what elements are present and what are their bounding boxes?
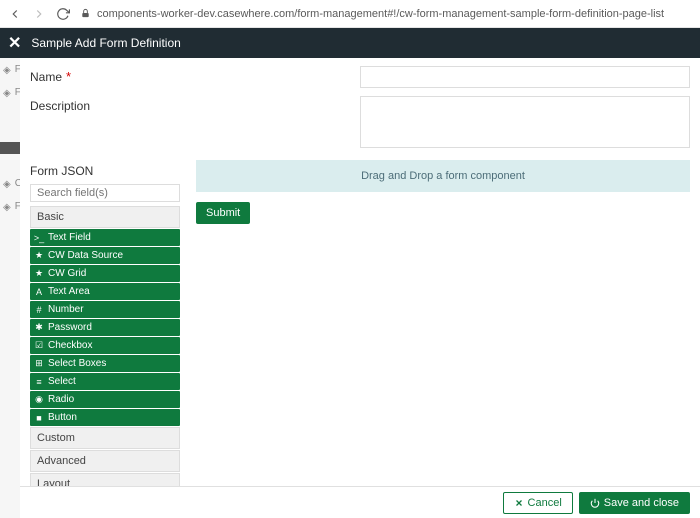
power-icon bbox=[590, 498, 600, 508]
star-icon: ★ bbox=[34, 251, 44, 261]
component-label: Number bbox=[48, 304, 84, 315]
component-label: Select bbox=[48, 376, 76, 387]
check-square-icon: ☑ bbox=[34, 341, 44, 351]
component-select[interactable]: ≡ Select bbox=[30, 373, 180, 390]
component-label: Checkbox bbox=[48, 340, 92, 351]
submit-button[interactable]: Submit bbox=[196, 202, 250, 224]
component-label: CW Data Source bbox=[48, 250, 123, 261]
component-select-boxes[interactable]: ⊞ Select Boxes bbox=[30, 355, 180, 372]
close-icon bbox=[514, 498, 524, 508]
save-button[interactable]: Save and close bbox=[579, 492, 690, 514]
component-label: CW Grid bbox=[48, 268, 86, 279]
component-radio[interactable]: ◉ Radio bbox=[30, 391, 180, 408]
palette-title: Form JSON bbox=[30, 164, 180, 178]
component-number[interactable]: # Number bbox=[30, 301, 180, 318]
nav-forward-icon[interactable] bbox=[32, 7, 46, 21]
component-text-field[interactable]: >_ Text Field bbox=[30, 229, 180, 246]
rail-item[interactable]: ◈F bbox=[0, 81, 20, 104]
stop-icon: ■ bbox=[34, 413, 44, 423]
component-label: Button bbox=[48, 412, 77, 423]
component-button[interactable]: ■ Button bbox=[30, 409, 180, 426]
rail-item[interactable]: ◈F bbox=[0, 195, 20, 218]
asterisk-icon: ✱ bbox=[34, 323, 44, 333]
hash-icon: # bbox=[34, 305, 44, 315]
rail-item[interactable]: ◈C bbox=[0, 172, 20, 195]
cancel-button[interactable]: Cancel bbox=[503, 492, 573, 514]
lock-icon bbox=[80, 8, 91, 19]
component-cw-data-source[interactable]: ★ CW Data Source bbox=[30, 247, 180, 264]
browser-bar: components-worker-dev.casewhere.com/form… bbox=[0, 0, 700, 28]
component-label: Password bbox=[48, 322, 92, 333]
group-layout[interactable]: Layout bbox=[30, 473, 180, 486]
nav-reload-icon[interactable] bbox=[56, 7, 70, 21]
basic-component-list: >_ Text Field ★ CW Data Source ★ CW Grid A Text… bbox=[30, 229, 180, 426]
address-bar[interactable]: components-worker-dev.casewhere.com/form… bbox=[80, 8, 692, 20]
component-text-area[interactable]: A Text Area bbox=[30, 283, 180, 300]
page-header: ✕ Sample Add Form Definition bbox=[0, 28, 700, 58]
main-content: Name* Description Form JSON Basic >_ Text… bbox=[20, 58, 700, 486]
plus-square-icon: ⊞ bbox=[34, 359, 44, 369]
name-row: Name* bbox=[30, 66, 690, 88]
name-label: Name* bbox=[30, 66, 360, 84]
rail-item-selected[interactable] bbox=[0, 142, 20, 154]
name-input[interactable] bbox=[360, 66, 690, 88]
footer: Cancel Save and close bbox=[20, 486, 700, 518]
component-cw-grid[interactable]: ★ CW Grid bbox=[30, 265, 180, 282]
side-rail: ◈F ◈F ◈C ◈F bbox=[0, 58, 20, 518]
component-label: Select Boxes bbox=[48, 358, 106, 369]
rail-item[interactable]: ◈F bbox=[0, 58, 20, 81]
component-label: Radio bbox=[48, 394, 74, 405]
component-label: Text Area bbox=[48, 286, 90, 297]
star-icon: ★ bbox=[34, 269, 44, 279]
drop-zone[interactable]: Drag and Drop a form component bbox=[196, 160, 690, 192]
list-icon: ≡ bbox=[34, 377, 44, 387]
form-builder: Form JSON Basic >_ Text Field ★ CW Data Sou… bbox=[20, 160, 700, 486]
group-custom[interactable]: Custom bbox=[30, 427, 180, 449]
group-basic[interactable]: Basic bbox=[30, 206, 180, 228]
terminal-icon: >_ bbox=[34, 233, 44, 243]
font-icon: A bbox=[34, 287, 44, 297]
nav-back-icon[interactable] bbox=[8, 7, 22, 21]
dot-circle-icon: ◉ bbox=[34, 395, 44, 405]
form-canvas: Drag and Drop a form component Submit bbox=[196, 160, 690, 486]
group-advanced[interactable]: Advanced bbox=[30, 450, 180, 472]
component-label: Text Field bbox=[48, 232, 91, 243]
component-palette: Form JSON Basic >_ Text Field ★ CW Data Sou… bbox=[30, 160, 180, 486]
component-password[interactable]: ✱ Password bbox=[30, 319, 180, 336]
description-row: Description bbox=[30, 96, 690, 148]
page-title: Sample Add Form Definition bbox=[31, 36, 180, 50]
close-icon[interactable]: ✕ bbox=[8, 33, 21, 53]
required-icon: * bbox=[66, 69, 71, 84]
component-checkbox[interactable]: ☑ Checkbox bbox=[30, 337, 180, 354]
description-input[interactable] bbox=[360, 96, 690, 148]
search-input[interactable] bbox=[30, 184, 180, 202]
description-label: Description bbox=[30, 96, 360, 113]
form-fields: Name* Description bbox=[20, 58, 700, 160]
url-text: components-worker-dev.casewhere.com/form… bbox=[97, 8, 664, 20]
